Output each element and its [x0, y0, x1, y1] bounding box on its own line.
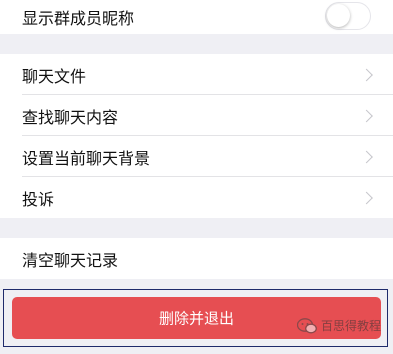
settings-item-label: 聊天文件 [22, 66, 87, 86]
chevron-right-icon [360, 191, 373, 204]
show-nicknames-row: 显示群成员昵称 [0, 0, 393, 34]
chevron-right-icon [360, 109, 373, 122]
clear-history-row[interactable]: 清空聊天记录 [0, 238, 393, 279]
watermark-text: 百思得教程 [320, 319, 381, 333]
clear-history-label: 清空聊天记录 [22, 250, 119, 270]
show-nicknames-toggle[interactable] [325, 2, 371, 30]
settings-item-search-chat[interactable]: 查找聊天内容 [0, 95, 393, 136]
settings-item-label: 投诉 [22, 189, 55, 209]
chevron-right-icon [360, 150, 373, 163]
settings-item-chat-background[interactable]: 设置当前聊天背景 [0, 136, 393, 177]
chevron-right-icon [360, 68, 373, 81]
show-nicknames-label: 显示群成员昵称 [22, 9, 135, 28]
toggle-knob [327, 4, 350, 27]
watermark: 百思得教程 [296, 317, 381, 334]
wechat-official-account-icon [296, 317, 317, 333]
settings-item-label: 查找聊天内容 [22, 107, 119, 127]
settings-item-label: 设置当前聊天背景 [22, 148, 151, 168]
settings-item-chat-files[interactable]: 聊天文件 [0, 54, 393, 95]
settings-item-complaint[interactable]: 投诉 [0, 177, 393, 218]
